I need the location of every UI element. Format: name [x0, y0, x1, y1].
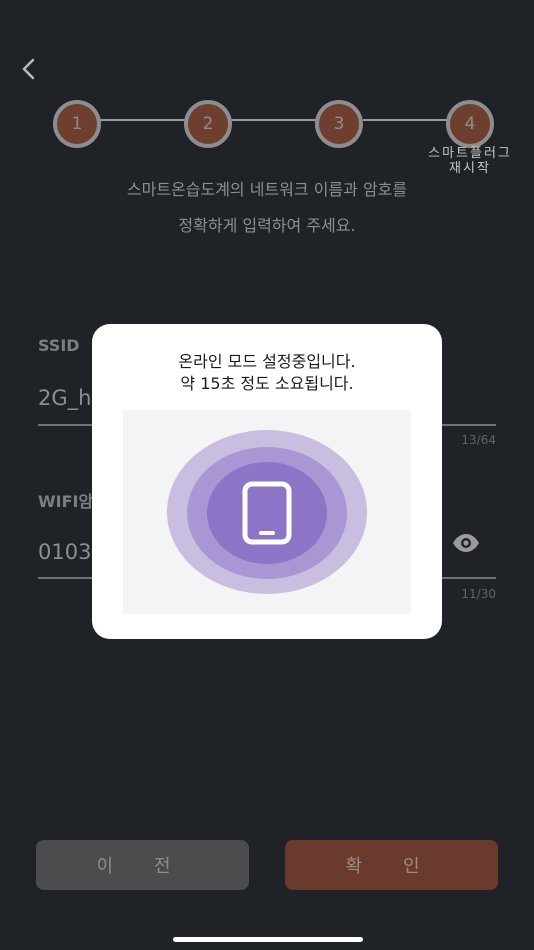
wifi-password-counter: 11/30 [461, 587, 496, 601]
ssid-counter: 13/64 [461, 433, 496, 447]
step-2: 2 [184, 100, 232, 148]
connecting-illustration [123, 410, 411, 614]
step-connector [231, 119, 317, 121]
wifi-setup-screen: 1 2 3 4 스마트플러그 재시작 스마트온습도계의 네트워크 이름과 암호를… [0, 0, 534, 950]
step-connector [100, 119, 185, 121]
smartphone-icon [242, 481, 292, 545]
step-1: 1 [53, 100, 101, 148]
eye-icon[interactable] [452, 533, 480, 553]
wifi-password-input[interactable]: 0103 [38, 540, 91, 564]
instruction-line-1: 스마트온습도계의 네트워크 이름과 암호를 [126, 180, 408, 199]
home-indicator [173, 937, 363, 942]
confirm-button[interactable]: 확 인 [285, 840, 498, 890]
wifi-password-label: WIFI암 [38, 492, 94, 511]
step-3: 3 [315, 100, 363, 148]
step-4-caption-line2: 재시작 [449, 161, 491, 176]
step-4: 4 [446, 100, 494, 148]
online-mode-dialog: 온라인 모드 설정중입니다. 약 15초 정도 소요됩니다. [92, 324, 442, 639]
step-4-caption-line1: 스마트플러그 [428, 146, 512, 161]
ssid-label: SSID [38, 336, 80, 355]
ssid-input[interactable]: 2G_h [38, 386, 91, 410]
dialog-message-line-1: 온라인 모드 설정중입니다. [178, 352, 356, 371]
dialog-message-line-2: 약 15초 정도 소요됩니다. [180, 374, 354, 393]
step-connector [363, 119, 448, 121]
instruction-line-2: 정확하게 입력하여 주세요. [178, 216, 356, 235]
step-4-caption: 스마트플러그 재시작 [418, 146, 522, 176]
prev-button[interactable]: 이 전 [36, 840, 249, 890]
step-indicator: 1 2 3 4 스마트플러그 재시작 [0, 0, 534, 180]
